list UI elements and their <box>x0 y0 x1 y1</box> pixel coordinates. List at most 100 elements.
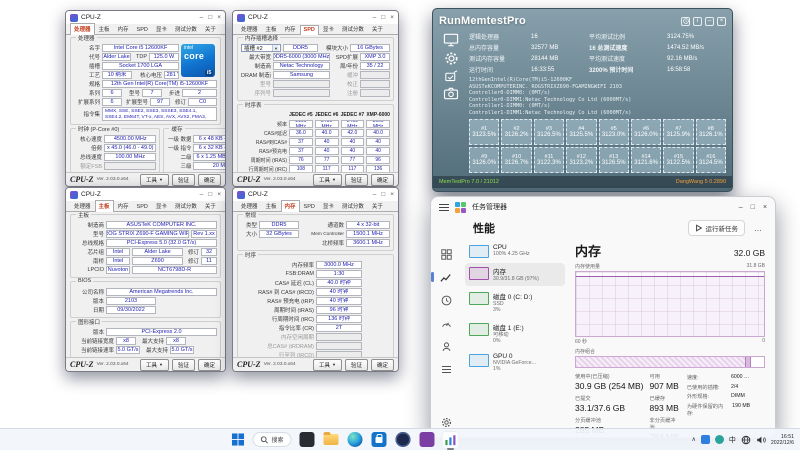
task-manager-taskbar-button[interactable] <box>442 431 460 449</box>
app-history-icon[interactable] <box>438 293 454 307</box>
minimize-icon[interactable]: – <box>373 191 377 199</box>
minimize-icon[interactable]: – <box>200 191 204 199</box>
tab-内存[interactable]: 内存 <box>114 23 133 34</box>
tab-内存[interactable]: 内存 <box>281 23 300 34</box>
cpuz-taskbar-button[interactable] <box>394 431 412 449</box>
validate-button[interactable]: 验证 <box>345 174 368 186</box>
tools-button[interactable]: 工具▼ <box>313 359 342 371</box>
close-icon[interactable]: × <box>763 204 767 211</box>
tools-button[interactable]: 工具▼ <box>140 174 169 186</box>
settings-icon[interactable] <box>438 415 454 429</box>
tab-内存[interactable]: 内存 <box>114 200 133 211</box>
titlebar[interactable]: RunMemtestPro i – × <box>439 13 726 29</box>
volume-icon[interactable] <box>756 435 766 445</box>
ok-button[interactable]: 确定 <box>198 174 221 186</box>
tab-显卡[interactable]: 显卡 <box>319 200 338 211</box>
tray-icon-teal[interactable] <box>715 435 724 444</box>
slot-select[interactable]: 插槽 #2▼ <box>241 44 281 52</box>
ok-button[interactable]: 确定 <box>371 359 394 371</box>
tools-button[interactable]: 工具▼ <box>140 359 169 371</box>
close-icon[interactable]: × <box>390 14 394 22</box>
minimize-icon[interactable]: – <box>373 14 377 22</box>
minimize-icon[interactable]: – <box>705 17 714 26</box>
tab-主板[interactable]: 主板 <box>262 23 281 34</box>
taskbar-app-dark[interactable] <box>298 431 316 449</box>
tab-关于[interactable]: 关于 <box>368 23 387 34</box>
ime-indicator[interactable]: 中 <box>729 435 736 445</box>
perf-item-磁盘 0 (C: D:)[interactable]: 磁盘 0 (C: D:)SSD3% <box>465 288 565 317</box>
tab-内存[interactable]: 内存 <box>281 200 300 212</box>
clock[interactable]: 16:512022/12/6 <box>771 434 794 446</box>
tab-SPD[interactable]: SPD <box>133 25 152 34</box>
tab-测试分数[interactable]: 测试分数 <box>171 23 201 34</box>
ok-button[interactable]: 确定 <box>198 359 221 371</box>
tab-关于[interactable]: 关于 <box>201 200 220 211</box>
menu-icon[interactable] <box>439 204 449 211</box>
close-icon[interactable]: × <box>217 191 221 199</box>
tab-关于[interactable]: 关于 <box>201 23 220 34</box>
ok-button[interactable]: 确定 <box>371 174 394 186</box>
perf-item-磁盘 1 (E:)[interactable]: 磁盘 1 (E:)可移动0% <box>465 319 565 348</box>
tab-关于[interactable]: 关于 <box>368 200 387 211</box>
perf-item-CPU[interactable]: CPU100% 4.25 GHz <box>465 241 565 261</box>
tray-icon-blue[interactable] <box>701 435 710 444</box>
memtest-taskbar-button[interactable] <box>418 431 436 449</box>
validate-button[interactable]: 验证 <box>172 359 195 371</box>
test-tools-icon[interactable] <box>444 70 459 83</box>
maximize-icon[interactable]: □ <box>208 191 212 199</box>
tab-SPD[interactable]: SPD <box>133 202 152 211</box>
schedule-icon[interactable] <box>681 17 690 26</box>
memory-stat: 可用907 MB <box>650 373 679 391</box>
tab-主板[interactable]: 主板 <box>95 200 114 212</box>
memory-composition-bar[interactable] <box>575 356 765 368</box>
tab-主板[interactable]: 主板 <box>262 200 281 211</box>
monitor-icon[interactable] <box>443 33 459 47</box>
maximize-icon[interactable]: □ <box>208 14 212 22</box>
start-button[interactable] <box>228 431 246 449</box>
users-icon[interactable] <box>438 339 454 353</box>
tab-处理器[interactable]: 处理器 <box>237 23 262 34</box>
microsoft-store-button[interactable] <box>370 431 388 449</box>
tab-处理器[interactable]: 处理器 <box>70 23 95 35</box>
tab-处理器[interactable]: 处理器 <box>237 200 262 211</box>
startup-apps-icon[interactable] <box>438 316 454 330</box>
info-icon[interactable]: i <box>693 17 702 26</box>
tab-SPD[interactable]: SPD <box>300 25 319 35</box>
file-explorer-button[interactable] <box>322 431 340 449</box>
close-icon[interactable]: × <box>217 14 221 22</box>
edge-browser-button[interactable] <box>346 431 364 449</box>
details-icon[interactable] <box>438 362 454 376</box>
close-icon[interactable]: × <box>390 191 394 199</box>
network-icon[interactable] <box>741 435 751 445</box>
tab-处理器[interactable]: 处理器 <box>70 200 95 211</box>
hardware-stat: 速度:6000 … <box>687 374 765 381</box>
perf-item-内存[interactable]: 内存30.9/31.8 GB (97%) <box>465 263 565 286</box>
settings-gear-icon[interactable] <box>444 51 459 66</box>
close-icon[interactable]: × <box>717 17 726 26</box>
maximize-icon[interactable]: □ <box>751 204 755 211</box>
tab-显卡[interactable]: 显卡 <box>319 23 338 34</box>
maximize-icon[interactable]: □ <box>381 14 385 22</box>
tab-测试分数[interactable]: 测试分数 <box>338 200 368 211</box>
more-options-button[interactable]: … <box>751 224 765 233</box>
search-box[interactable]: 搜索 <box>252 432 291 447</box>
perf-item-GPU 0[interactable]: GPU 0NVIDIA GeForce...1% <box>465 350 565 376</box>
processes-icon[interactable] <box>438 247 454 261</box>
camera-icon[interactable] <box>443 87 459 100</box>
maximize-icon[interactable]: □ <box>381 191 385 199</box>
validate-button[interactable]: 验证 <box>345 359 368 371</box>
tools-button[interactable]: 工具▼ <box>313 174 342 186</box>
titlebar[interactable]: 任务管理器 –□× <box>431 197 775 217</box>
tab-显卡[interactable]: 显卡 <box>152 200 171 211</box>
minimize-icon[interactable]: – <box>200 14 204 22</box>
performance-icon[interactable] <box>438 270 454 284</box>
tray-expand-icon[interactable]: ∧ <box>692 436 696 443</box>
tab-主板[interactable]: 主板 <box>95 23 114 34</box>
tab-测试分数[interactable]: 测试分数 <box>171 200 201 211</box>
run-new-task-button[interactable]: 运行新任务 <box>688 220 746 236</box>
minimize-icon[interactable]: – <box>739 204 743 211</box>
tab-测试分数[interactable]: 测试分数 <box>338 23 368 34</box>
tab-显卡[interactable]: 显卡 <box>152 23 171 34</box>
tab-SPD[interactable]: SPD <box>300 202 319 211</box>
validate-button[interactable]: 验证 <box>172 174 195 186</box>
